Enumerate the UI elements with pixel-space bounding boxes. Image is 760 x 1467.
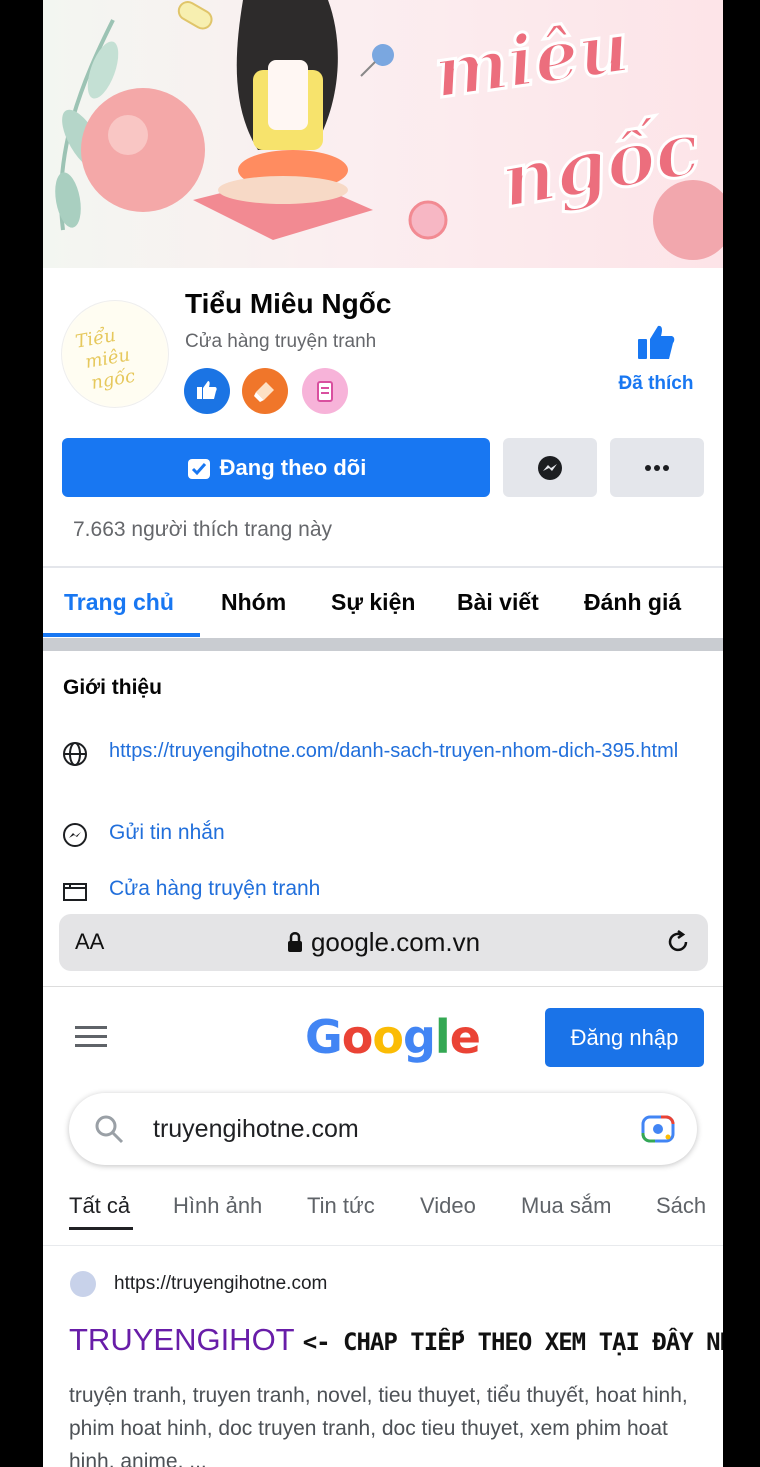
search-tab-all[interactable]: Tất cả xyxy=(69,1193,130,1219)
check-bookmark-icon xyxy=(187,458,210,479)
section-divider xyxy=(43,638,723,651)
divider xyxy=(43,1245,723,1246)
divider xyxy=(43,986,723,987)
url-text: google.com.vn xyxy=(310,927,481,957)
following-label: Đang theo dõi xyxy=(219,454,367,480)
messenger-icon xyxy=(538,455,562,480)
intro-message-row[interactable]: Gửi tin nhắn xyxy=(61,819,701,849)
active-search-tab-indicator xyxy=(69,1227,133,1230)
page-avatar[interactable]: Tiểu miêu ngốc xyxy=(61,300,169,408)
intro-website-link[interactable]: https://truyengihotne.com/danh-sach-truy… xyxy=(109,738,689,765)
sign-in-button[interactable]: Đăng nhập xyxy=(545,1008,704,1067)
divider xyxy=(43,566,723,568)
phone-screen: miêu ngốc Tiểu miêu ngốc Tiểu Miêu Ngốc … xyxy=(43,0,723,1467)
address-url[interactable]: google.com.vn xyxy=(59,927,708,958)
intro-website-row[interactable]: https://truyengihotne.com/danh-sach-truy… xyxy=(61,738,701,794)
browser-address-bar[interactable]: AA google.com.vn xyxy=(59,914,708,971)
search-tab-books[interactable]: Sách xyxy=(656,1193,706,1219)
tab-events[interactable]: Sự kiện xyxy=(331,589,415,616)
intro-message-link[interactable]: Gửi tin nhắn xyxy=(109,819,689,846)
menu-icon[interactable] xyxy=(75,1026,107,1048)
search-tab-images[interactable]: Hình ảnh xyxy=(173,1193,262,1219)
tab-posts[interactable]: Bài viết xyxy=(457,589,539,616)
result-title-row[interactable]: TRUYENGIHOT <- CHAP TIẾP THEO XEM TẠI ĐÂ… xyxy=(69,1322,723,1358)
page-category[interactable]: Cửa hàng truyện tranh xyxy=(185,331,376,353)
reload-icon[interactable] xyxy=(664,928,692,956)
list-badge-icon[interactable] xyxy=(302,368,348,414)
search-tab-video[interactable]: Video xyxy=(420,1193,476,1219)
intro-shop-link[interactable]: Cửa hàng truyện tranh xyxy=(109,875,689,902)
liked-label: Đã thích xyxy=(618,373,694,394)
search-icon xyxy=(95,1115,124,1144)
tab-reviews[interactable]: Đánh giá xyxy=(584,589,681,616)
result-url[interactable]: https://truyengihotne.com xyxy=(114,1273,327,1295)
shop-icon xyxy=(63,883,87,901)
thumbs-up-icon xyxy=(638,325,675,359)
shop-badge-icon[interactable] xyxy=(242,368,288,414)
tab-groups[interactable]: Nhóm xyxy=(221,589,286,616)
like-badge-icon[interactable] xyxy=(184,368,230,414)
search-query: truyengihotne.com xyxy=(153,1115,359,1143)
messenger-icon xyxy=(63,823,87,847)
globe-favicon-icon xyxy=(70,1271,96,1297)
svg-text:miêu: miêu xyxy=(429,5,635,114)
lock-icon xyxy=(287,932,302,952)
google-logo[interactable]: Google xyxy=(305,1010,481,1064)
more-button[interactable] xyxy=(610,438,704,497)
liked-button[interactable]: Đã thích xyxy=(608,322,704,395)
page-title: Tiểu Miêu Ngốc xyxy=(185,288,392,319)
cover-photo[interactable]: miêu ngốc xyxy=(43,0,723,268)
messenger-button[interactable] xyxy=(503,438,597,497)
intro-heading: Giới thiệu xyxy=(63,676,162,699)
more-dots-icon xyxy=(645,464,669,471)
active-tab-indicator xyxy=(43,633,200,637)
search-tab-shopping[interactable]: Mua sắm xyxy=(521,1193,611,1219)
following-button[interactable]: Đang theo dõi xyxy=(62,438,490,497)
logo-lettering-icon: Tiểu miêu ngốc xyxy=(63,302,167,406)
likes-count: 7.663 người thích trang này xyxy=(73,518,332,541)
google-lens-icon[interactable] xyxy=(641,1113,675,1145)
cover-illustration-icon: miêu ngốc xyxy=(55,0,723,260)
search-input[interactable]: truyengihotne.com xyxy=(69,1093,697,1165)
overlay-caption: <- CHAP TIẾP THEO XEM TẠI ĐÂY NHA xyxy=(302,1328,723,1356)
result-snippet: truyện tranh, truyen tranh, novel, tieu … xyxy=(69,1384,688,1467)
tab-home[interactable]: Trang chủ xyxy=(64,589,174,616)
globe-icon xyxy=(63,742,87,766)
result-title[interactable]: TRUYENGIHOT xyxy=(69,1322,294,1357)
intro-shop-row[interactable]: Cửa hàng truyện tranh xyxy=(61,875,701,905)
search-tab-news[interactable]: Tin tức xyxy=(307,1193,375,1219)
